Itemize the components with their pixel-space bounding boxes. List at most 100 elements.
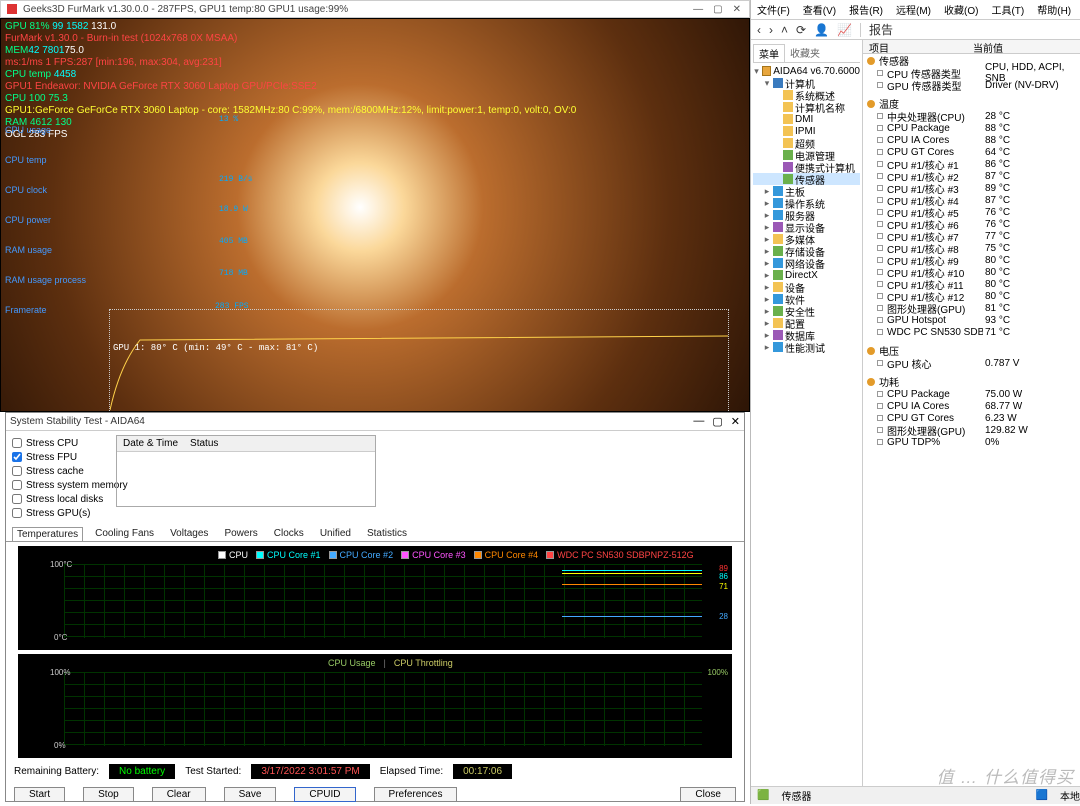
legend-item[interactable]: CPU [218,550,248,560]
checkbox[interactable] [12,480,22,490]
sensor-row[interactable]: GPU Hotspot93 °C [863,314,1080,326]
checkbox[interactable] [12,466,22,476]
legend-item[interactable]: CPU Core #2 [329,550,394,560]
checkbox[interactable] [12,508,22,518]
expand-icon[interactable]: ▸ [763,270,771,281]
sensor-row[interactable]: 中央处理器(CPU)28 °C [863,110,1080,122]
menu-item[interactable]: 查看(V) [803,2,836,17]
stress-check[interactable]: Stress cache [12,464,110,478]
expand-icon[interactable]: ▸ [763,306,771,317]
tab-cooling fans[interactable]: Cooling Fans [91,527,158,541]
expand-icon[interactable]: ▸ [763,342,771,353]
tab-powers[interactable]: Powers [220,527,261,541]
checkbox[interactable] [12,452,22,462]
tab-menu[interactable]: 菜单 [753,44,785,62]
legend-item[interactable]: CPU Core #1 [256,550,321,560]
menu-item[interactable]: 文件(F) [757,2,790,17]
expand-icon[interactable]: ▸ [763,246,771,257]
menu-item[interactable]: 报告(R) [849,2,883,17]
tree-item[interactable]: ▸性能测试 [753,341,860,353]
checkbox[interactable] [12,494,22,504]
tab-unified[interactable]: Unified [316,527,355,541]
stress-check[interactable]: Stress FPU [12,450,110,464]
stress-check[interactable]: Stress system memory [12,478,110,492]
stress-check[interactable]: Stress local disks [12,492,110,506]
sensor-row[interactable]: 图形处理器(GPU)81 °C [863,302,1080,314]
cpuid-button[interactable]: CPUID [294,787,355,802]
sensor-row[interactable]: GPU 传感器类型Driver (NV-DRV) [863,79,1080,91]
tab-favorites[interactable]: 收藏夹 [785,44,825,62]
expand-icon[interactable]: ▸ [763,198,771,209]
sensor-row[interactable]: CPU Package75.00 W [863,388,1080,400]
tab-clocks[interactable]: Clocks [270,527,308,541]
sst-titlebar[interactable]: System Stability Test - AIDA64 — ▢ ✕ [6,413,744,431]
tab-voltages[interactable]: Voltages [166,527,212,541]
user-icon[interactable]: 👤 [814,23,829,37]
sensor-row[interactable]: GPU 核心0.787 V [863,357,1080,369]
expand-icon[interactable]: ▸ [763,210,771,221]
maximize-icon[interactable]: ▢ [712,415,722,428]
log-table: Date & TimeStatus [116,435,376,507]
sensor-row[interactable]: CPU Package88 °C [863,122,1080,134]
close-button[interactable]: Close [680,787,736,802]
menu-item[interactable]: 远程(M) [896,2,931,17]
expand-icon[interactable]: ▸ [763,258,771,269]
forward-icon[interactable]: › [769,23,773,37]
col-status[interactable]: Status [184,436,224,451]
checkbox[interactable] [12,438,22,448]
tree-item[interactable]: 传感器 [753,173,860,185]
maximize-icon[interactable]: ▢ [713,4,722,15]
clear-button[interactable]: Clear [152,787,206,802]
tree-item[interactable]: 计算机名称 [753,101,860,113]
tree-icon [783,126,793,136]
col-value[interactable]: 当前值 [973,40,1003,53]
expand-icon[interactable]: ▸ [763,330,771,341]
tree-item[interactable]: DMI [753,113,860,125]
chart-icon[interactable]: 📈 [837,23,852,37]
tree-item[interactable]: ▸网络设备 [753,257,860,269]
tree-icon [773,258,783,268]
report-button[interactable]: 报告 [869,21,893,38]
back-icon[interactable]: ‹ [757,23,761,37]
tree-item[interactable]: ▸安全性 [753,305,860,317]
col-datetime[interactable]: Date & Time [117,436,184,451]
expand-icon[interactable]: ▸ [763,186,771,197]
tree-item[interactable]: ▸设备 [753,281,860,293]
tab-temperatures[interactable]: Temperatures [12,527,83,541]
stop-button[interactable]: Stop [83,787,134,802]
tab-statistics[interactable]: Statistics [363,527,411,541]
expand-icon[interactable]: ▸ [763,294,771,305]
preferences-button[interactable]: Preferences [374,787,458,802]
stress-check[interactable]: Stress GPU(s) [12,506,110,520]
menu-item[interactable]: 帮助(H) [1037,2,1071,17]
expand-icon[interactable]: ▾ [763,78,771,89]
expand-icon[interactable]: ▸ [763,222,771,233]
expand-icon[interactable]: ▾ [753,66,760,77]
refresh-icon[interactable]: ⟳ [796,23,806,37]
save-button[interactable]: Save [224,787,277,802]
tree-item[interactable]: ▸DirectX [753,269,860,281]
expand-icon[interactable]: ▸ [763,318,771,329]
tree-icon [783,138,793,148]
sensor-row[interactable]: 图形处理器(GPU)129.82 W [863,424,1080,436]
sensor-row[interactable]: CPU IA Cores88 °C [863,134,1080,146]
expand-icon[interactable]: ▸ [763,234,771,245]
sensor-row[interactable]: CPU IA Cores68.77 W [863,400,1080,412]
expand-icon[interactable]: ▸ [763,282,771,293]
sensor-row[interactable]: GPU TDP%0% [863,436,1080,448]
minimize-icon[interactable]: — [693,415,704,428]
up-icon[interactable]: ˄ [781,23,788,37]
col-item[interactable]: 项目 [863,40,973,53]
minimize-icon[interactable]: — [693,4,703,15]
close-icon[interactable]: ✕ [731,415,740,428]
menu-item[interactable]: 工具(T) [991,2,1024,17]
start-button[interactable]: Start [14,787,65,802]
stress-check[interactable]: Stress CPU [12,436,110,450]
close-icon[interactable]: ✕ [733,4,741,15]
sensor-row[interactable]: WDC PC SN530 SDBPNPZ-5...71 °C [863,326,1080,338]
legend-item[interactable]: WDC PC SN530 SDBPNPZ-512G [546,550,694,560]
legend-item[interactable]: CPU Core #3 [401,550,466,560]
menu-item[interactable]: 收藏(O) [944,2,978,17]
furmark-titlebar[interactable]: Geeks3D FurMark v1.30.0.0 - 287FPS, GPU1… [0,0,750,18]
legend-item[interactable]: CPU Core #4 [474,550,539,560]
